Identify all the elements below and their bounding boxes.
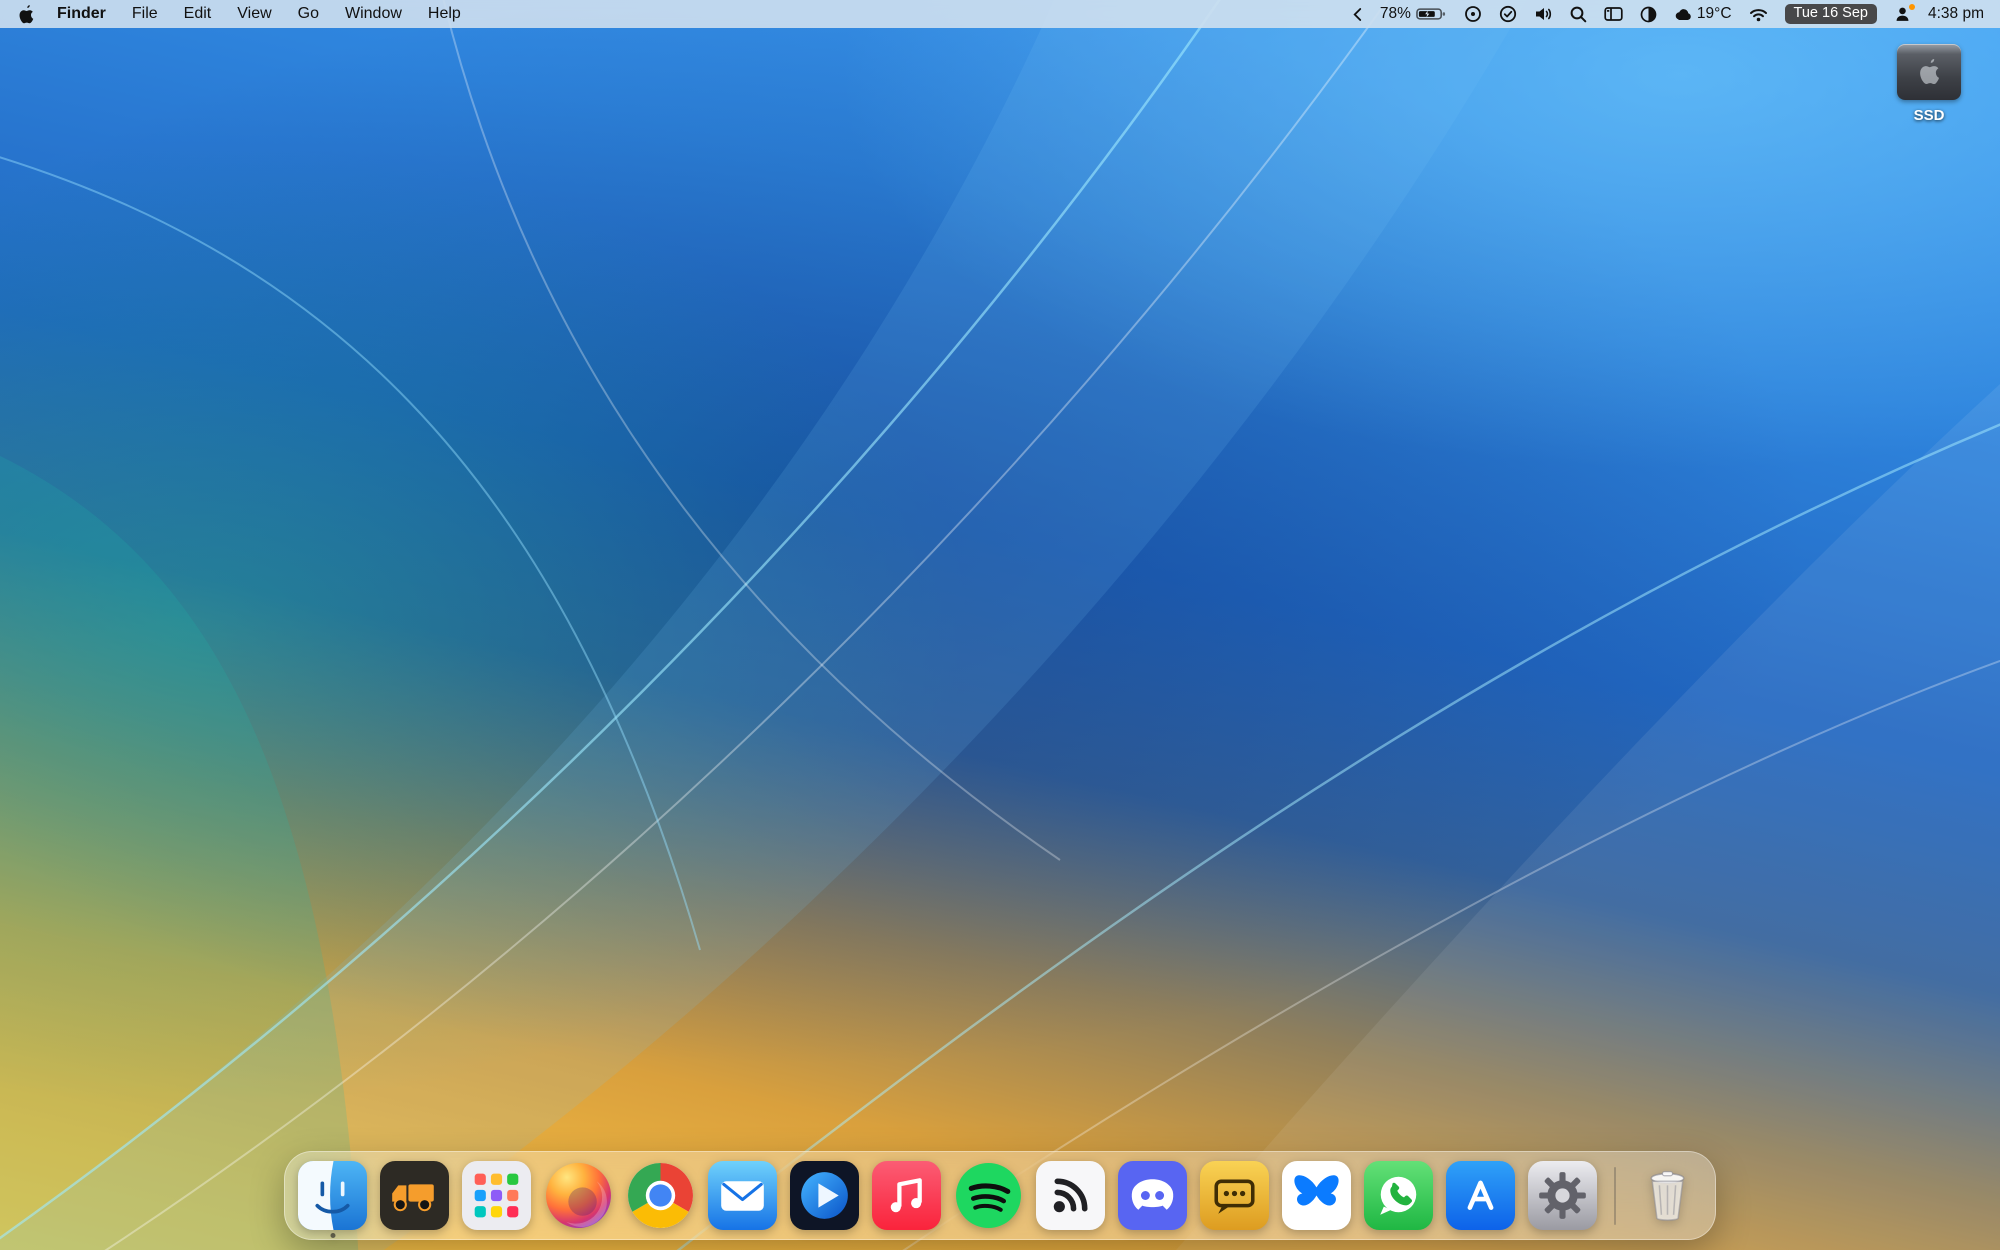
menu-view[interactable]: View [224,0,284,28]
system-settings-icon [1528,1161,1597,1230]
mail-icon [708,1161,777,1230]
dock-discord[interactable] [1118,1161,1187,1230]
rss-reader-icon [1036,1161,1105,1230]
menu-file[interactable]: File [119,0,171,28]
date-badge[interactable]: Tue 16 Sep [1785,4,1877,25]
video-player-icon [790,1161,859,1230]
discord-icon [1118,1161,1187,1230]
contrast-toggle[interactable] [1640,6,1657,23]
app-store-icon [1446,1161,1515,1230]
dock-system-settings[interactable] [1528,1161,1597,1230]
apple-menu[interactable] [16,5,44,24]
dock-trash[interactable] [1633,1161,1702,1230]
launchpad-icon [462,1161,531,1230]
menu-go[interactable]: Go [285,0,332,28]
whatsapp-icon [1364,1161,1433,1230]
circle-utility-icon [1464,5,1482,23]
temperature-value: 19°C [1697,5,1732,23]
running-indicator [330,1233,335,1238]
wifi-icon [1749,7,1768,22]
dock-chrome[interactable] [626,1161,695,1230]
external-drive-icon [1897,44,1961,100]
menu-bar: Finder File Edit View Go Window Help 78% [0,0,2000,28]
utility-circle[interactable] [1464,5,1482,23]
menu-edit[interactable]: Edit [171,0,225,28]
dock-divider [1614,1167,1616,1225]
dock-bluesky[interactable] [1282,1161,1351,1230]
dock-spotify[interactable] [954,1161,1023,1230]
dock-apple-music[interactable] [872,1161,941,1230]
battery-icon [1416,6,1447,22]
transmit-truck-icon [380,1161,449,1230]
dock-finder[interactable] [298,1161,367,1230]
dock-gold-chat[interactable] [1200,1161,1269,1230]
gold-chat-icon [1200,1161,1269,1230]
bluesky-icon [1282,1161,1351,1230]
chrome-icon [626,1161,695,1230]
user-menu[interactable] [1894,6,1911,22]
hidden-items-chevron[interactable] [1352,7,1363,22]
weather-cloud-icon [1674,7,1692,21]
checkmark-utility-icon [1499,5,1517,23]
finder-icon [298,1161,367,1230]
apple-music-icon [872,1161,941,1230]
utility-checkmark[interactable] [1499,5,1517,23]
menu-left: Finder File Edit View Go Window Help [16,0,474,28]
dock-firefox[interactable] [544,1161,613,1230]
desktop-volume-ssd[interactable]: SSD [1885,44,1973,124]
window-layout-control[interactable] [1604,6,1623,22]
dock-app-store[interactable] [1446,1161,1515,1230]
window-layout-icon [1604,6,1623,22]
wallpaper [0,0,2000,1250]
dock-video-player[interactable] [790,1161,859,1230]
dock-rss-reader[interactable] [1036,1161,1105,1230]
search-icon [1570,6,1587,23]
user-notification-dot [1909,4,1915,10]
clock[interactable]: 4:38 pm [1928,5,1984,23]
wifi-control[interactable] [1749,7,1768,22]
spotlight-search[interactable] [1570,6,1587,23]
sound-control[interactable] [1534,6,1553,22]
apple-icon [18,5,34,24]
menu-app-name[interactable]: Finder [44,0,119,28]
status-area: 78% [1352,4,1984,25]
dock-whatsapp[interactable] [1364,1161,1433,1230]
dock [284,1151,1716,1240]
dock-transmit[interactable] [380,1161,449,1230]
trash-icon [1633,1161,1702,1230]
menu-help[interactable]: Help [415,0,474,28]
battery-percent: 78% [1380,5,1411,23]
firefox-icon [544,1161,613,1230]
contrast-circle-icon [1640,6,1657,23]
desktop: Finder File Edit View Go Window Help 78% [0,0,2000,1250]
spotify-icon [954,1161,1023,1230]
menu-window[interactable]: Window [332,0,415,28]
volume-label: SSD [1885,107,1973,124]
chevron-left-icon [1352,7,1363,22]
volume-icon [1534,6,1553,22]
dock-launchpad[interactable] [462,1161,531,1230]
dock-mail[interactable] [708,1161,777,1230]
weather-widget[interactable]: 19°C [1674,5,1732,23]
battery-status[interactable]: 78% [1380,5,1447,23]
